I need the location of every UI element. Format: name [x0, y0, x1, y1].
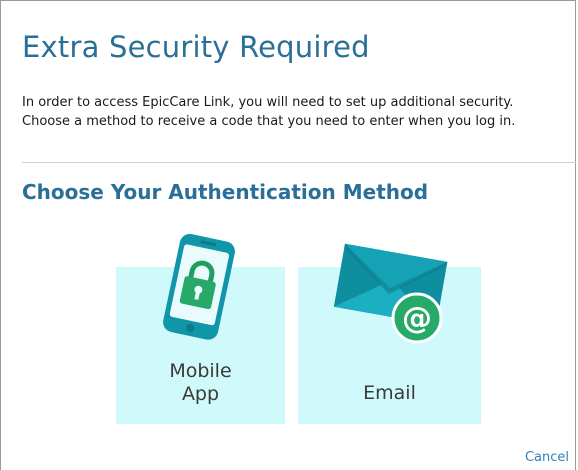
email-label: Email [363, 382, 416, 404]
mobile-app-label-text: Mobile App [169, 360, 232, 405]
mobile-lock-icon [163, 233, 235, 340]
mobile-app-label: Mobile App [116, 360, 285, 406]
envelope-at-icon: @ [333, 243, 448, 344]
cancel-link[interactable]: Cancel [525, 449, 569, 467]
auth-method-heading: Choose Your Authentication Method [22, 180, 429, 204]
svg-text:@: @ [402, 301, 432, 336]
security-dialog: Extra Security Required In order to acce… [0, 0, 576, 470]
divider [22, 162, 576, 163]
intro-text: In order to access EpicCare Link, you wi… [22, 95, 516, 129]
dialog-title: Extra Security Required [22, 30, 370, 64]
